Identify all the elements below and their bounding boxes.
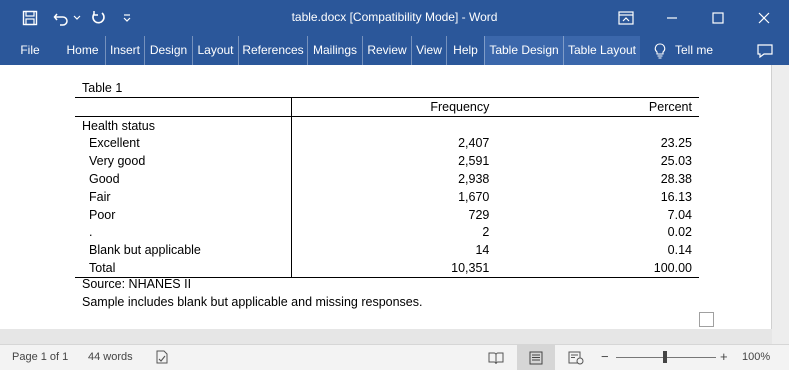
ribbon-display-icon[interactable] (603, 0, 649, 36)
proofing-icon[interactable] (154, 349, 170, 365)
redo-icon[interactable] (87, 7, 109, 29)
row-label: Good (75, 170, 293, 188)
row-label: Very good (75, 152, 293, 171)
row-label: Excellent (75, 134, 293, 153)
column-header-frequency: Frequency (291, 97, 490, 117)
row-frequency: 2,938 (458, 172, 490, 187)
table-row-total: Total 10,351 100.00 (75, 259, 699, 278)
zoom-in-button[interactable]: + (720, 349, 728, 364)
table-row: Fair 1,670 16.13 (75, 187, 699, 206)
customize-icon[interactable] (118, 7, 136, 29)
table-row: Good 2,938 28.38 (75, 170, 699, 188)
table-row: Blank but applicable 14 0.14 (75, 241, 699, 260)
column-header-label (75, 97, 293, 117)
zoom-out-button[interactable]: − (601, 349, 609, 364)
row-label: . (75, 223, 293, 242)
row-percent: 100.00 (489, 259, 699, 278)
close-icon[interactable] (741, 0, 787, 36)
row-frequency: 14 (475, 243, 490, 258)
minimize-icon[interactable] (649, 0, 695, 36)
title-bar: table.docx [Compatibility Mode] - Word (0, 0, 789, 36)
tab-home[interactable]: Home (61, 36, 104, 65)
tab-view[interactable]: View (411, 36, 446, 65)
tab-file[interactable]: File (10, 36, 50, 65)
row-frequency: 2 (482, 225, 490, 240)
row-percent: 0.14 (667, 243, 692, 258)
table-caption: Table 1 (82, 81, 123, 95)
tab-review[interactable]: Review (362, 36, 411, 65)
zoom-level[interactable]: 100% (742, 351, 770, 363)
row-percent: 23.25 (660, 136, 692, 151)
web-layout-icon[interactable] (557, 345, 595, 370)
tab-references[interactable]: References (238, 36, 307, 65)
tab-table-design[interactable]: Table Design (484, 36, 563, 65)
row-frequency: 729 (468, 207, 490, 222)
document-area: Table 1 Frequency Percent Health status … (0, 65, 789, 344)
row-frequency: 10,351 (291, 259, 490, 278)
frequency-table[interactable]: Frequency Percent Health status Excellen… (75, 97, 699, 278)
lightbulb-icon[interactable] (651, 36, 669, 65)
row-label: Poor (75, 205, 293, 224)
row-label: Fair (75, 187, 293, 206)
table-row: Health status (75, 116, 699, 135)
ribbon-tabs: File Home Insert Design Layout Reference… (0, 36, 789, 65)
table-footnote: Sample includes blank but applicable and… (82, 295, 423, 309)
table-source-note: Source: NHANES II (82, 277, 192, 291)
page-count[interactable]: Page 1 of 1 (12, 351, 68, 363)
row-frequency: 2,591 (458, 154, 490, 169)
undo-dropdown-icon[interactable] (72, 7, 82, 29)
tab-table-layout[interactable]: Table Layout (563, 36, 640, 65)
document-page[interactable]: Table 1 Frequency Percent Health status … (0, 65, 772, 329)
tab-mailings[interactable]: Mailings (307, 36, 362, 65)
row-frequency: 2,407 (458, 136, 490, 151)
row-percent: 25.03 (660, 154, 692, 169)
row-label: Blank but applicable (75, 241, 293, 260)
zoom-slider-thumb[interactable] (663, 351, 667, 363)
table-row: Very good 2,591 25.03 (75, 152, 699, 171)
word-count[interactable]: 44 words (88, 351, 133, 363)
row-percent: 16.13 (660, 189, 692, 204)
tab-design[interactable]: Design (144, 36, 192, 65)
column-header-percent: Percent (489, 97, 699, 117)
row-percent: 7.04 (667, 207, 692, 222)
table-row: Excellent 2,407 23.25 (75, 134, 699, 153)
table-resize-handle[interactable] (699, 312, 714, 327)
row-label: Total (75, 259, 293, 278)
vertical-scrollbar[interactable] (772, 65, 789, 344)
tab-insert[interactable]: Insert (105, 36, 144, 65)
row-percent: 28.38 (660, 172, 692, 187)
status-bar: Page 1 of 1 44 words − + 100% (0, 344, 789, 370)
table-row: . 2 0.02 (75, 223, 699, 242)
read-mode-icon[interactable] (477, 345, 515, 370)
table-header-row: Frequency Percent (75, 97, 699, 117)
tell-me-search[interactable]: Tell me (675, 36, 723, 65)
table-row: Poor 729 7.04 (75, 205, 699, 224)
tab-help[interactable]: Help (446, 36, 484, 65)
undo-icon[interactable] (50, 7, 72, 29)
row-percent: 0.02 (667, 225, 692, 240)
row-frequency: 1,670 (458, 189, 490, 204)
maximize-icon[interactable] (695, 0, 741, 36)
tab-layout[interactable]: Layout (192, 36, 238, 65)
save-icon[interactable] (18, 7, 42, 29)
group-label: Health status (75, 116, 293, 135)
comments-icon[interactable] (752, 36, 778, 65)
print-layout-icon[interactable] (517, 345, 555, 370)
